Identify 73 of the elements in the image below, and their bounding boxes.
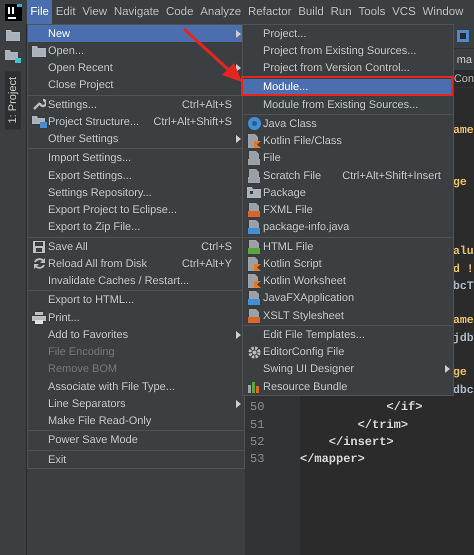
menu-item[interactable]: Other Settings [28,130,244,148]
menu-item[interactable]: New [28,25,244,42]
menu-item[interactable]: Exit [28,451,244,468]
menu-bar-item[interactable]: File [27,0,52,24]
menu-bar-item[interactable]: View [78,0,110,24]
menu-item[interactable]: EditorConfig File [243,344,453,361]
menu-item[interactable]: Print... [28,309,244,326]
menu-bar-item[interactable]: VCS [388,0,420,24]
menu-item[interactable]: FXML File [243,202,453,219]
menu-item[interactable]: Power Save Mode [28,432,244,449]
menu-item[interactable]: Close Project [28,76,244,94]
menu-bar-item[interactable]: Analyze [196,0,245,24]
menu-bar-item[interactable]: Run [327,0,356,24]
menu-item[interactable]: Kotlin Script [243,255,453,272]
code-text: ge [453,176,467,190]
code-text: bcT [453,280,474,293]
menu-item[interactable]: Import Settings... [28,150,244,167]
menu-item[interactable]: Export Project to Eclipse... [28,202,244,219]
code-text: dbc [453,384,474,397]
menu-item[interactable]: Line Separators [28,395,244,412]
menu-item[interactable]: Edit File Templates... [243,326,453,344]
line-number: 52 [249,434,266,449]
menu-item[interactable]: Kotlin File/Class [243,132,453,150]
menu-item[interactable]: Export Settings... [28,167,244,184]
code-text: alu [453,245,474,258]
menu-bar-item[interactable]: Refactor [244,0,295,24]
line-number: 50 [249,400,266,414]
menu-item[interactable]: Java Class [243,115,453,132]
code-line: </if> [385,400,422,414]
menu-item[interactable]: Associate with File Type... [28,378,244,396]
menu-item[interactable]: Add to Favorites [28,326,244,344]
project-tab[interactable]: 1: Project [5,71,21,130]
line-number: 53 [249,452,266,466]
code-text: ge [453,366,467,380]
menu-item[interactable]: Settings... Ctrl+Alt+S [28,96,244,114]
editor-tab[interactable]: ma [456,54,474,66]
menu-bar-item[interactable]: Tools [355,0,389,24]
menu-item[interactable]: Reload All from Disk Ctrl+Alt+Y [28,255,244,272]
line-number: 51 [249,418,266,432]
menu-item[interactable]: Project from Existing Sources... [243,42,453,60]
menu-item[interactable]: Export to Zip File... [28,218,244,236]
breadcrumb[interactable]: Con [454,72,474,84]
menu-item[interactable]: package-info.java [243,218,453,236]
menu-item[interactable]: Invalidate Caches / Restart... [28,272,244,290]
code-text: ame [453,124,474,138]
menu-item[interactable]: Project from Version Control... [243,60,453,77]
menu-item[interactable]: Scratch File Ctrl+Alt+Shift+Insert [243,167,453,184]
menu-bar-item[interactable]: Navigate [110,0,163,24]
code-line: </mapper> [300,452,365,466]
code-line: </insert> [328,434,394,449]
menu-item[interactable]: HTML File [243,238,453,256]
menu-bar-item[interactable]: Edit [52,0,79,24]
menu-bar-item[interactable]: Window [419,0,467,24]
menu-item[interactable]: Module from Existing Sources... [243,96,453,114]
menu-item[interactable]: Project Structure... Ctrl+Alt+Shift+S [28,113,244,130]
menu-item[interactable]: Settings Repository... [28,184,244,202]
code-line: </trim> [356,418,408,432]
menu-item[interactable]: Export to HTML... [28,292,244,309]
menu-item[interactable]: Resource Bundle [243,378,453,396]
menu-item[interactable]: XSLT Stylesheet [243,307,453,324]
code-text: jdb [453,332,474,345]
menu-item[interactable]: Make File Read-Only [28,412,244,430]
code-text: ame [453,314,474,328]
menu-item[interactable]: Package [243,184,453,202]
menu-item[interactable]: JavaFXApplication [243,290,453,307]
menu-item[interactable]: File [243,150,453,167]
menu-item[interactable]: Save All Ctrl+S [28,238,244,256]
menu-bar-item[interactable]: Build [294,0,328,24]
menu-item[interactable]: Kotlin Worksheet [243,272,453,290]
menu-item[interactable]: Swing UI Designer [243,360,453,378]
menu-item[interactable]: Project... [243,25,453,42]
menu-item[interactable]: Open... [28,42,244,60]
menu-bar-item[interactable]: Code [162,0,197,24]
